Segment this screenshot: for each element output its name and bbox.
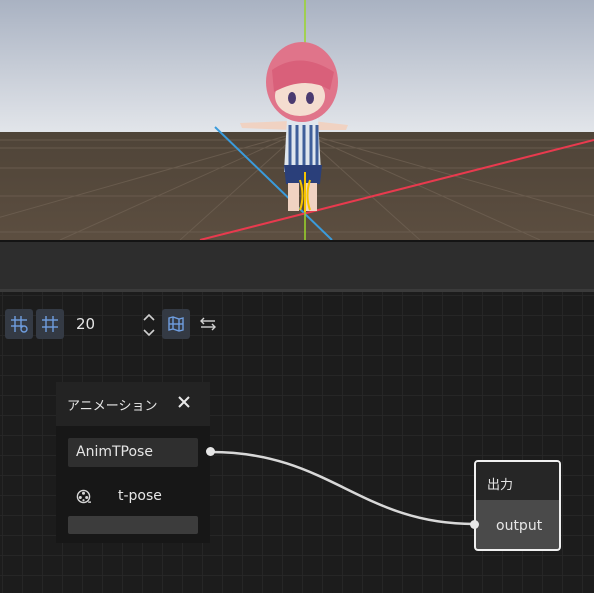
close-icon[interactable] <box>176 394 192 410</box>
output-node[interactable]: 出力 output <box>474 460 561 551</box>
animation-node-title: アニメーション <box>67 399 158 414</box>
animation-node-header[interactable]: アニメーション <box>56 382 210 426</box>
clip-name: t-pose <box>118 488 162 504</box>
panel-divider <box>0 240 594 292</box>
output-port-label: output <box>496 518 543 534</box>
animation-node[interactable]: アニメーション AnimTPose t-pose <box>56 382 210 543</box>
output-input-port[interactable] <box>470 520 479 529</box>
animation-output-port[interactable] <box>206 447 215 456</box>
animation-select-value: AnimTPose <box>76 444 153 460</box>
output-node-header[interactable]: 出力 <box>476 462 559 500</box>
animation-progress-bar[interactable] <box>68 516 198 534</box>
scene-canvas <box>0 0 594 240</box>
output-node-title: 出力 <box>487 478 514 493</box>
node-graph-canvas[interactable]: 20 アニメーション AnimTPose t-pose 出力 output <box>0 292 594 593</box>
animation-select-field[interactable]: AnimTPose <box>68 438 198 467</box>
3d-viewport[interactable] <box>0 0 594 240</box>
film-reel-icon <box>76 489 91 504</box>
